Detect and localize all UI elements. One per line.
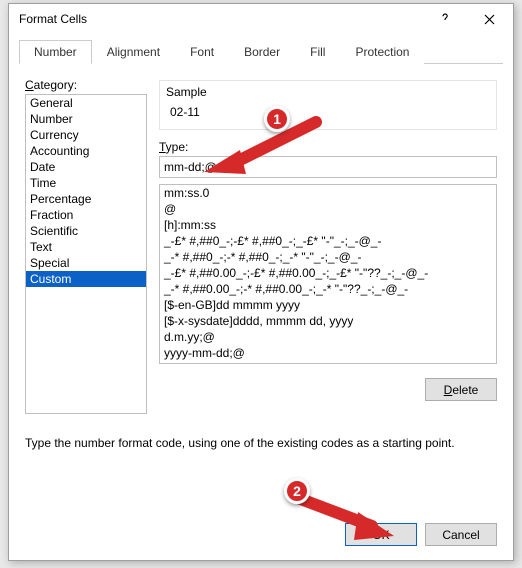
type-input[interactable] (159, 156, 497, 178)
category-item[interactable]: Accounting (26, 143, 146, 159)
format-code-listbox[interactable]: mm:ss.0 @ [h]:mm:ss _-£* #,##0_-;-£* #,#… (159, 184, 497, 364)
sample-label: Sample (166, 85, 490, 99)
annotation-badge-1: 1 (264, 106, 290, 132)
tab-alignment[interactable]: Alignment (92, 40, 175, 64)
sample-value: 02-11 (166, 103, 490, 121)
format-item[interactable]: _-£* #,##0.00_-;-£* #,##0.00_-;_-£* "-"?… (160, 265, 496, 281)
right-column: Sample 02-11 Type: mm:ss.0 @ [h]:mm:ss _… (159, 78, 497, 414)
hint-text: Type the number format code, using one o… (25, 436, 497, 450)
sample-group: Sample 02-11 (159, 80, 497, 130)
dialog-title: Format Cells (19, 12, 423, 26)
category-item[interactable]: Fraction (26, 207, 146, 223)
tab-protection[interactable]: Protection (340, 40, 424, 64)
format-item[interactable]: [h]:mm:ss (160, 217, 496, 233)
ok-button[interactable]: OK (345, 523, 417, 546)
tab-font[interactable]: Font (175, 40, 229, 64)
titlebar: Format Cells (9, 4, 513, 34)
format-item[interactable]: [$-x-sysdate]dddd, mmmm dd, yyyy (160, 313, 496, 329)
tab-border[interactable]: Border (229, 40, 295, 64)
format-item[interactable]: d.m.yy;@ (160, 329, 496, 345)
category-item[interactable]: Text (26, 239, 146, 255)
category-item-selected[interactable]: Custom (26, 271, 146, 287)
format-item[interactable]: @ (160, 201, 496, 217)
delete-button[interactable]: Delete (425, 378, 497, 401)
tab-strip: Number Alignment Font Border Fill Protec… (19, 40, 503, 64)
format-item[interactable]: yyyy-mm-dd;@ (160, 345, 496, 361)
category-column: Category: General Number Currency Accoun… (25, 78, 147, 414)
category-item[interactable]: Time (26, 175, 146, 191)
dialog-footer: OK Cancel (345, 523, 497, 546)
tab-number[interactable]: Number (19, 40, 92, 64)
category-item[interactable]: Currency (26, 127, 146, 143)
type-label: Type: (159, 140, 497, 154)
annotation-badge-2: 2 (284, 478, 310, 504)
cancel-button[interactable]: Cancel (425, 523, 497, 546)
format-cells-dialog: Format Cells Number Alignment Font Borde… (8, 3, 514, 561)
format-item[interactable]: mm:ss.0 (160, 185, 496, 201)
format-item[interactable]: [$-en-GB]dd mmmm yyyy (160, 297, 496, 313)
format-item[interactable]: _-* #,##0.00_-;-* #,##0.00_-;_-* "-"??_-… (160, 281, 496, 297)
category-item[interactable]: Date (26, 159, 146, 175)
category-item[interactable]: General (26, 95, 146, 111)
close-button[interactable] (467, 5, 511, 33)
format-item[interactable]: _-£* #,##0_-;-£* #,##0_-;_-£* "-"_-;_-@_… (160, 233, 496, 249)
category-listbox[interactable]: General Number Currency Accounting Date … (25, 94, 147, 414)
help-button[interactable] (423, 5, 467, 33)
category-item[interactable]: Scientific (26, 223, 146, 239)
format-item[interactable]: _-* #,##0_-;-* #,##0_-;_-* "-"_-;_-@_- (160, 249, 496, 265)
category-label: Category: (25, 78, 77, 92)
tab-fill[interactable]: Fill (295, 40, 340, 64)
category-item[interactable]: Number (26, 111, 146, 127)
category-item[interactable]: Special (26, 255, 146, 271)
number-pane: Category: General Number Currency Accoun… (9, 64, 513, 424)
category-item[interactable]: Percentage (26, 191, 146, 207)
